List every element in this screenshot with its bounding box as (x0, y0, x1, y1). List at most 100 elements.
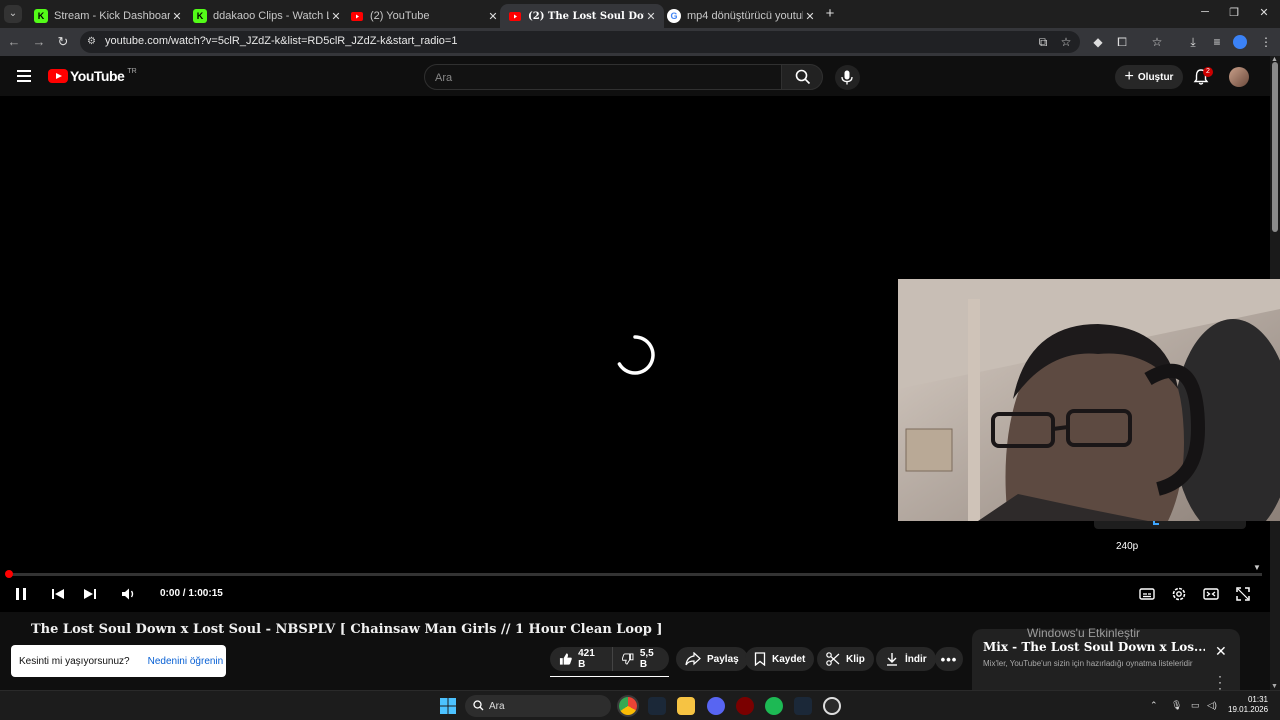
tab-lost-soul-video[interactable]: (2) The Lost Soul Down x Lo ✕ (500, 4, 664, 28)
dislike-button[interactable]: 5,5 B (612, 647, 669, 671)
voice-search-button[interactable] (835, 65, 860, 90)
spotify-icon[interactable] (765, 697, 783, 715)
discord-icon[interactable] (707, 697, 725, 715)
maximize-icon[interactable]: ❐ (1226, 6, 1242, 19)
reload-icon[interactable]: ↻ (55, 34, 71, 50)
youtube-icon (350, 9, 364, 23)
progress-bar[interactable] (8, 573, 1262, 576)
tab-kick-dashboard[interactable]: K Stream - Kick Dashboard ✕ (26, 4, 190, 28)
file-explorer-icon[interactable] (677, 697, 695, 715)
new-tab-button[interactable]: + (822, 6, 838, 22)
tab-youtube-home[interactable]: (2) YouTube ✕ (342, 4, 506, 28)
search-input[interactable] (435, 70, 765, 86)
close-tab-icon[interactable]: ✕ (329, 10, 343, 23)
search-box[interactable] (424, 64, 782, 90)
more-actions-button[interactable]: ••• (935, 647, 963, 671)
address-bar[interactable]: ⚙ youtube.com/watch?v=5clR_JZdZ-k&list=R… (80, 31, 1080, 53)
share-button[interactable]: Paylaş (676, 647, 748, 671)
tab-kick-clips[interactable]: K ddakaoo Clips - Watch Live on ✕ (185, 4, 349, 28)
forward-icon[interactable]: → (31, 34, 47, 50)
quality-label[interactable]: 240p (1116, 541, 1138, 552)
tab-search-button[interactable]: ⌄ (4, 5, 22, 23)
steam-icon[interactable] (794, 697, 812, 715)
download-button[interactable]: İndir (876, 647, 936, 671)
quality-check-mark (1153, 521, 1159, 525)
extensions-puzzle-icon[interactable]: ⧠ (1114, 34, 1130, 50)
steam-taskbar-icon[interactable] (648, 697, 666, 715)
theater-mode-icon[interactable] (1202, 585, 1220, 603)
close-tab-icon[interactable]: ✕ (486, 10, 500, 23)
youtube-logo[interactable]: YouTube TR (48, 68, 137, 84)
search-button[interactable] (781, 64, 823, 90)
like-button[interactable]: 421 B (550, 647, 612, 671)
site-info-icon[interactable]: ⚙ (87, 36, 99, 48)
bookmarks-icon[interactable]: ☆ (1149, 34, 1165, 50)
back-icon[interactable]: ← (6, 34, 22, 50)
quality-menu-bottom (1094, 521, 1246, 529)
install-app-icon[interactable]: ⧉ (1035, 34, 1051, 50)
downloads-icon[interactable]: ⤓ (1185, 34, 1201, 50)
youtube-play-logo-icon (48, 69, 68, 83)
window-close-icon[interactable]: ✕ (1256, 6, 1272, 19)
speaker-icon[interactable]: ◁) (1207, 700, 1217, 711)
previous-icon[interactable] (49, 585, 67, 603)
subtitles-icon[interactable] (1138, 585, 1156, 603)
taskbar-clock[interactable]: 01:31 19.01.2026 (1228, 695, 1268, 715)
mix-title[interactable]: Mix - The Lost Soul Down x Los... (983, 640, 1205, 654)
kick-icon: K (34, 9, 48, 23)
mix-subtitle: Mix'ler, YouTube'un sizin için hazırladı… (983, 659, 1193, 668)
volume-icon[interactable] (120, 585, 138, 603)
webcam-image (898, 279, 1280, 521)
close-tab-icon[interactable]: ✕ (644, 10, 658, 23)
bookmark-icon (754, 652, 766, 666)
thumbs-up-icon (559, 653, 572, 665)
browser-toolbar: ← → ↻ ⚙ youtube.com/watch?v=5clR_JZdZ-k&… (0, 28, 1280, 56)
menu-icon[interactable] (17, 70, 31, 82)
windows-taskbar: Ara ⌃ 🎙 ▭ ◁) 01:31 19.01.2026 (0, 690, 1280, 720)
close-tab-icon[interactable]: ✕ (170, 10, 184, 23)
more-horizontal-icon: ••• (940, 651, 958, 667)
tab-google-search[interactable]: G mp4 dönüştürücü youtube - Go ✕ (659, 4, 823, 28)
chrome-menu-icon[interactable]: ⋮ (1258, 34, 1274, 50)
create-button[interactable]: + Oluştur (1115, 65, 1183, 89)
scrollbar-thumb[interactable] (1272, 62, 1278, 232)
obs-icon[interactable] (823, 697, 841, 715)
youtube-icon (508, 9, 522, 23)
loading-spinner-icon (617, 335, 655, 375)
windows-start-icon[interactable] (440, 698, 456, 714)
microphone-icon (841, 70, 853, 85)
chrome-taskbar-icon[interactable] (619, 697, 637, 715)
tray-chevron-up-icon[interactable]: ⌃ (1150, 700, 1158, 711)
chevron-down-icon[interactable]: ▼ (1253, 563, 1261, 572)
fullscreen-icon[interactable] (1234, 585, 1252, 603)
windows-activation-watermark: Windows'u Etkinleştir (1027, 626, 1140, 640)
taskbar-search[interactable]: Ara (465, 695, 611, 717)
pause-icon[interactable] (12, 585, 30, 603)
learn-why-link[interactable]: Nedenini öğrenin (148, 656, 224, 667)
outage-toast: Kesinti mi yaşıyorsunuz? Nedenini öğreni… (11, 645, 226, 677)
scroll-down-icon[interactable]: ▼ (1271, 683, 1278, 690)
clip-button[interactable]: Klip (817, 647, 874, 671)
browser-tab-strip: ⌄ K Stream - Kick Dashboard ✕ K ddakaoo … (0, 0, 1280, 28)
profile-icon[interactable] (1233, 35, 1247, 49)
settings-gear-icon[interactable] (1170, 585, 1188, 603)
minimize-icon[interactable]: ─ (1197, 6, 1213, 18)
network-icon[interactable]: ▭ (1191, 700, 1200, 711)
next-icon[interactable] (81, 585, 99, 603)
avatar[interactable] (1229, 67, 1249, 87)
google-icon: G (667, 9, 681, 23)
save-button[interactable]: Kaydet (745, 647, 815, 671)
extension-icon[interactable]: ◆ (1090, 34, 1106, 50)
reading-list-icon[interactable]: ≡ (1209, 34, 1225, 50)
close-tab-icon[interactable]: ✕ (803, 10, 817, 23)
plus-icon: + (1124, 68, 1134, 85)
search-icon (795, 69, 811, 85)
close-icon[interactable]: ✕ (1215, 643, 1227, 660)
bookmark-star-icon[interactable]: ☆ (1058, 34, 1074, 50)
opera-icon[interactable] (736, 697, 754, 715)
microphone-tray-icon[interactable]: 🎙 (1171, 700, 1182, 711)
share-icon (685, 652, 701, 666)
more-vertical-icon[interactable]: · · · (1218, 670, 1222, 694)
scrubber-handle[interactable] (5, 570, 13, 578)
scissors-icon (826, 652, 840, 666)
